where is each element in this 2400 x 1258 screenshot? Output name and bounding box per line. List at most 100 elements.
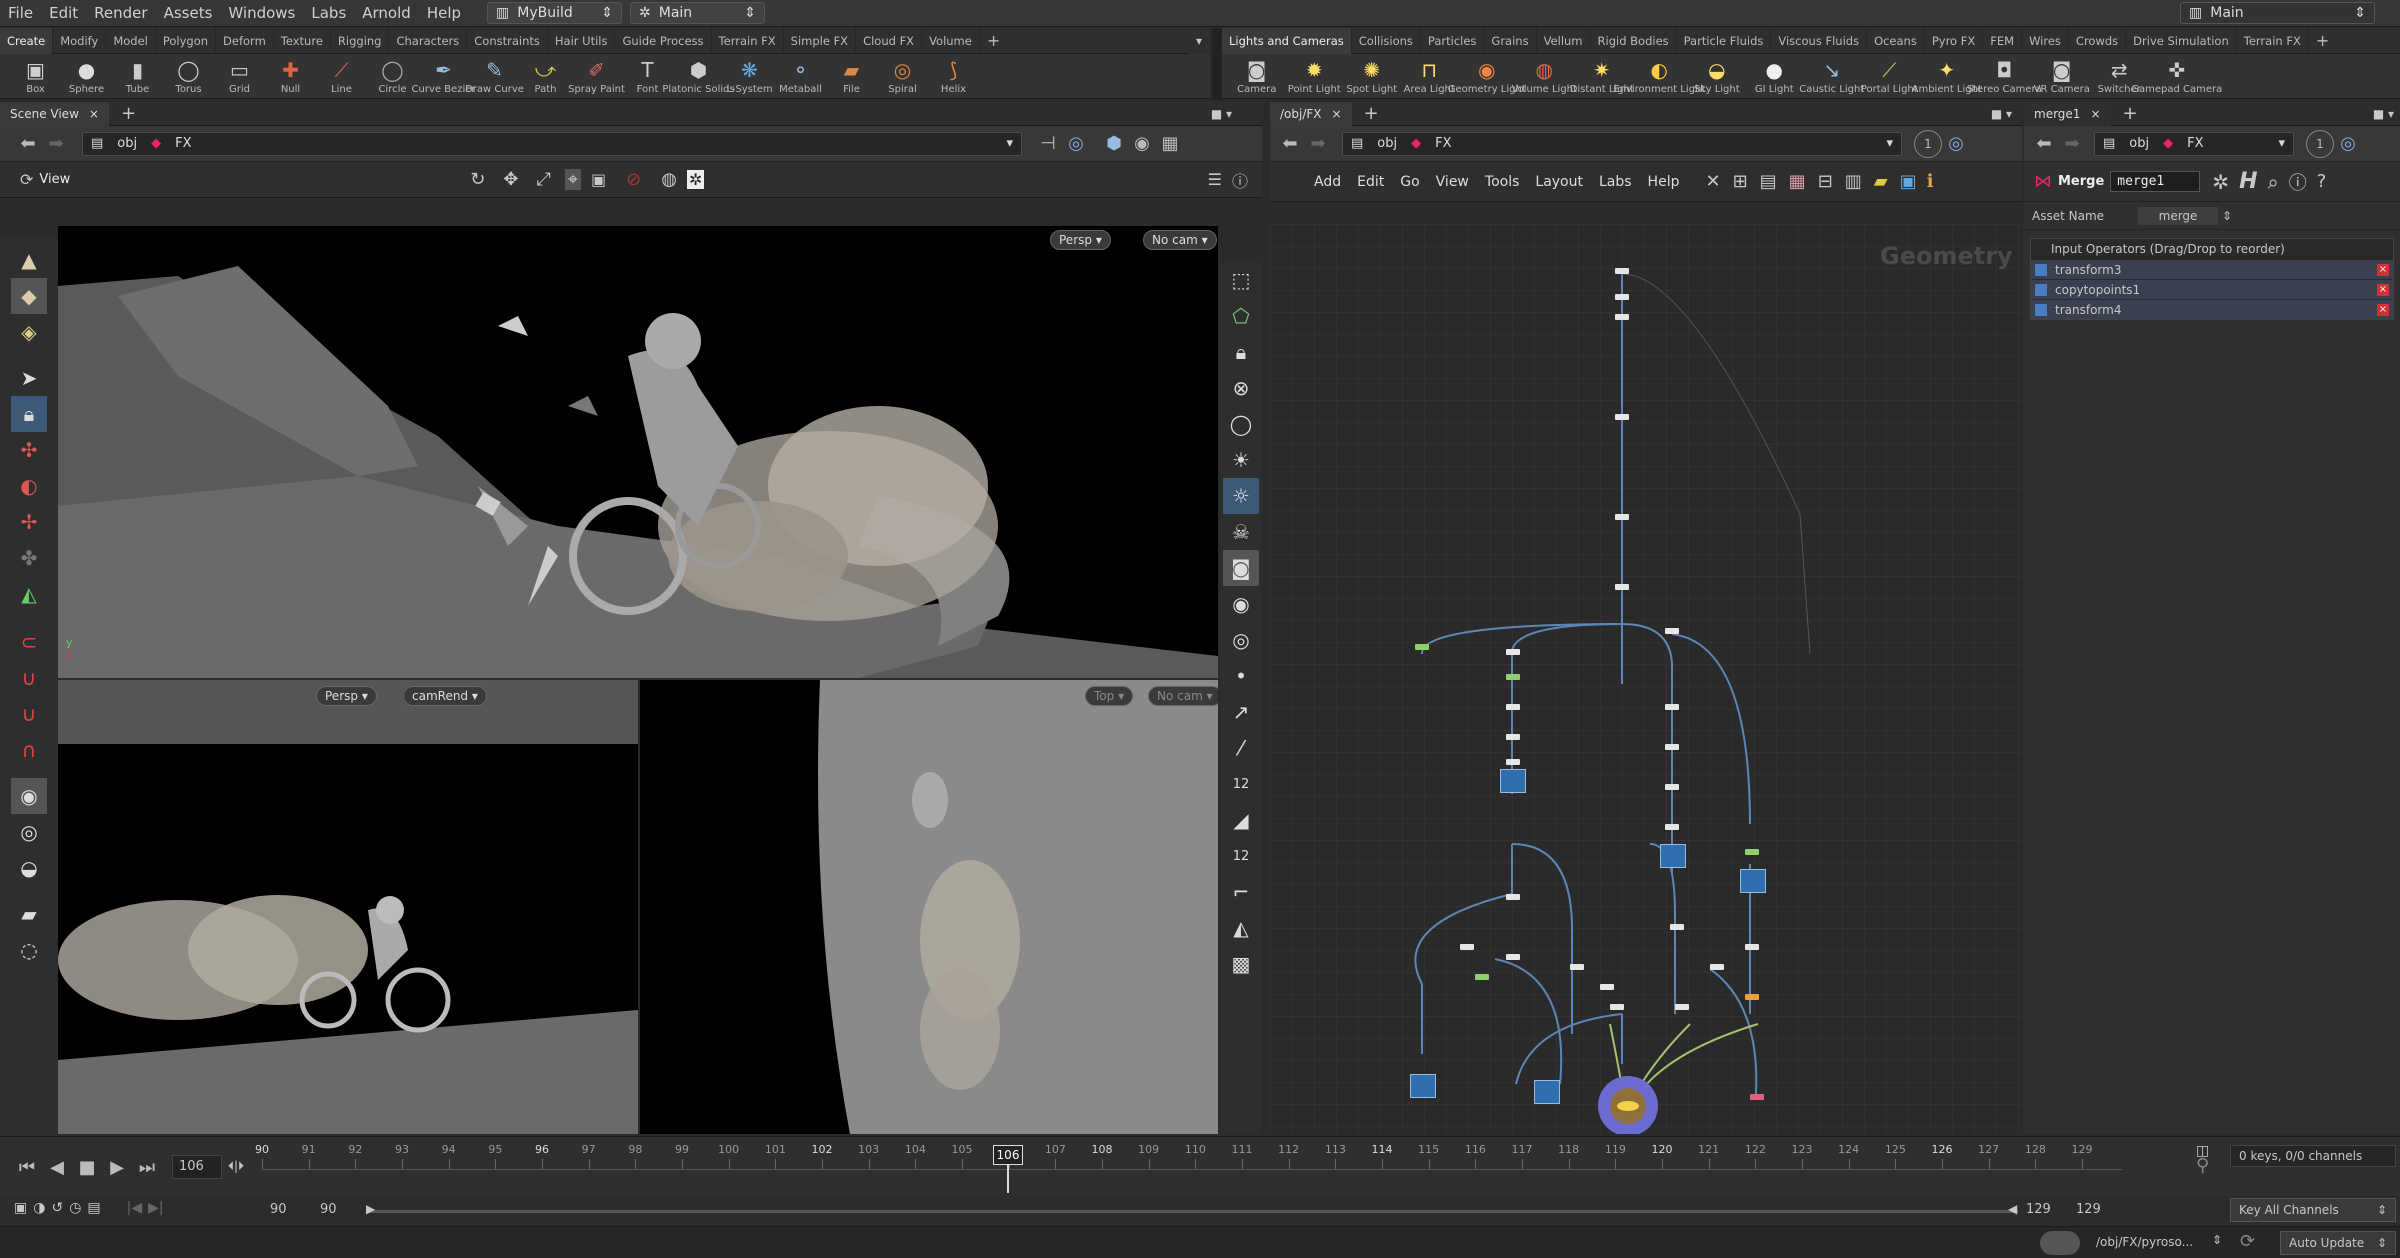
- point-display-icon[interactable]: ⬠: [1223, 298, 1259, 334]
- network-node[interactable]: [1506, 674, 1520, 680]
- go-start-icon[interactable]: ⏮: [14, 1153, 40, 1181]
- tool-volume-light[interactable]: ◍ Volume Light: [1512, 54, 1577, 95]
- tool-curve-bezier[interactable]: ✒ Curve Bezier: [412, 54, 476, 95]
- tool-helix[interactable]: ⟆ Helix: [928, 54, 979, 95]
- network-node[interactable]: [1665, 824, 1679, 830]
- shelf-tab-wires[interactable]: Wires: [2022, 27, 2069, 54]
- pin-counter[interactable]: 1: [2306, 129, 2334, 158]
- tool-camera[interactable]: ◙ Camera: [1228, 54, 1286, 95]
- help-icon[interactable]: ?: [2317, 171, 2327, 192]
- tool-spray-paint[interactable]: ✐ Spray Paint: [568, 54, 625, 95]
- node-name-field[interactable]: merge1: [2110, 171, 2201, 192]
- range-slider[interactable]: [368, 1210, 2018, 1213]
- chevron-down-icon[interactable]: ▾: [2278, 136, 2285, 151]
- tool-sphere[interactable]: ● Sphere: [61, 54, 112, 95]
- network-node[interactable]: [1745, 849, 1759, 855]
- tool-environment-light[interactable]: ◐ Environment Light: [1613, 54, 1705, 95]
- right-desktop-dropdown[interactable]: ▥ Main ⇕: [2180, 2, 2375, 24]
- tool-gamepad-camera[interactable]: ✜ Gamepad Camera: [2131, 54, 2222, 95]
- asset-name-field[interactable]: merge: [2138, 206, 2219, 225]
- updown-icon[interactable]: ⇕: [2222, 209, 2232, 223]
- network-node[interactable]: [1750, 1094, 1764, 1100]
- add-tab-icon[interactable]: +: [2123, 103, 2138, 124]
- shelf-tab-deform[interactable]: Deform: [216, 27, 274, 54]
- shelf-tab-create[interactable]: Create: [0, 27, 54, 54]
- bottom-right-viewport[interactable]: Top ▾ No cam ▾: [640, 680, 1218, 1134]
- tool-geometry-light[interactable]: ◉ Geometry Light: [1448, 54, 1526, 95]
- tool-l-system[interactable]: ❋ L-System: [724, 54, 775, 95]
- shelf-menu-icon[interactable]: ▾: [1188, 28, 1210, 54]
- back-arrow-icon[interactable]: ⬅: [2030, 130, 2058, 158]
- eye-plus-icon[interactable]: ◎: [1223, 622, 1259, 658]
- menu-help[interactable]: Help: [419, 4, 469, 22]
- stop-icon[interactable]: ■: [74, 1153, 100, 1181]
- tool-file[interactable]: ▰ File: [826, 54, 877, 95]
- skull-icon[interactable]: ☠: [1223, 514, 1259, 550]
- next-key-icon[interactable]: ▶|: [148, 1200, 163, 1216]
- layout-icon[interactable]: ▥: [1845, 171, 1862, 192]
- tool-circle[interactable]: ◯ Circle: [367, 54, 418, 95]
- key-all-dropdown[interactable]: Key All Channels ⇕: [2230, 1198, 2396, 1222]
- chevron-down-icon[interactable]: ▾: [1006, 136, 1013, 151]
- shelf-tab-volume[interactable]: Volume: [922, 27, 980, 54]
- handle-tool-icon[interactable]: ▲: [11, 242, 47, 278]
- menu-labs[interactable]: Labs: [303, 4, 354, 22]
- tool-spot-light[interactable]: ✺ Spot Light: [1343, 54, 1401, 95]
- tool-vr-camera[interactable]: ◙ VR Camera: [2033, 54, 2091, 95]
- refresh-icon[interactable]: ⟳: [2240, 1231, 2255, 1252]
- tool-gi-light[interactable]: ● GI Light: [1746, 54, 1804, 95]
- tool-grid[interactable]: ▭ Grid: [214, 54, 265, 95]
- range-left-handle[interactable]: ▶: [366, 1202, 375, 1216]
- circle-display-icon[interactable]: ◯: [1223, 406, 1259, 442]
- forward-arrow-icon[interactable]: ➡: [42, 130, 70, 158]
- menu-file[interactable]: File: [0, 4, 41, 22]
- shelf-tab-terrain-fx[interactable]: Terrain FX: [2237, 27, 2309, 54]
- display-options-icon[interactable]: ◉: [1128, 130, 1156, 158]
- network-node[interactable]: [1615, 294, 1629, 300]
- link-icon[interactable]: ◎: [2334, 130, 2362, 158]
- shelf-tab-grains[interactable]: Grains: [1484, 27, 1537, 54]
- link-icon[interactable]: ◎: [1062, 130, 1090, 158]
- network-node[interactable]: [1615, 584, 1629, 590]
- ghost-icon[interactable]: ⬚: [1223, 262, 1259, 298]
- shelf-tab-pyro-fx[interactable]: Pyro FX: [1925, 27, 1984, 54]
- pane-menu-icon[interactable]: ■ ▾: [1211, 107, 1232, 121]
- tab-params[interactable]: merge1 ×: [2024, 101, 2111, 126]
- current-frame-marker[interactable]: 106: [993, 1145, 1023, 1165]
- eye-icon[interactable]: ◉: [1223, 586, 1259, 622]
- flipbook-icon[interactable]: ◒: [11, 850, 47, 886]
- file-cache-node-icon[interactable]: [1500, 769, 1526, 793]
- shelf-tab-particle-fluids[interactable]: Particle Fluids: [1677, 27, 1772, 54]
- network-node[interactable]: [1506, 894, 1520, 900]
- back-arrow-icon[interactable]: ⬅: [1276, 130, 1304, 158]
- light-toggle-icon[interactable]: ☼: [1223, 478, 1259, 514]
- net-menu-tools[interactable]: Tools: [1477, 174, 1528, 190]
- file-cache-node-icon[interactable]: [1410, 1074, 1436, 1098]
- playback-start[interactable]: 90: [320, 1202, 337, 1217]
- update-mode-dropdown[interactable]: Auto Update ⇕: [2280, 1231, 2396, 1255]
- shelf-tab-constraints[interactable]: Constraints: [467, 27, 548, 54]
- tool-path[interactable]: ⤻ Path: [520, 54, 571, 95]
- houdini-h-icon[interactable]: H: [2239, 169, 2257, 194]
- br-view-dropdown[interactable]: Top ▾: [1085, 686, 1134, 706]
- close-icon[interactable]: ×: [89, 107, 99, 121]
- add-shelf-tab-icon[interactable]: +: [980, 28, 1007, 54]
- add-tab-icon[interactable]: +: [121, 103, 136, 124]
- tool-line[interactable]: ⟋ Line: [316, 54, 367, 95]
- forward-arrow-icon[interactable]: ➡: [2058, 130, 2086, 158]
- network-node[interactable]: [1675, 1004, 1689, 1010]
- shelf-tab-particles[interactable]: Particles: [1421, 27, 1485, 54]
- tab-network[interactable]: /obj/FX ×: [1270, 101, 1352, 126]
- bottom-left-viewport[interactable]: Persp ▾ camRend ▾: [58, 680, 638, 1134]
- shelf-tab-crowds[interactable]: Crowds: [2069, 27, 2127, 54]
- persp-dropdown[interactable]: Persp ▾: [1050, 230, 1111, 250]
- network-node[interactable]: [1665, 744, 1679, 750]
- pane-menu-icon[interactable]: ■ ▾: [2373, 107, 2394, 121]
- network-node[interactable]: [1745, 994, 1759, 1000]
- close-icon[interactable]: ×: [2090, 107, 2100, 121]
- shelf-tab-oceans[interactable]: Oceans: [1867, 27, 1925, 54]
- info-icon[interactable]: ℹ: [1927, 171, 1934, 192]
- network-node[interactable]: [1460, 944, 1474, 950]
- shelf-tab-polygon[interactable]: Polygon: [156, 27, 217, 54]
- bl-persp-dropdown[interactable]: Persp ▾: [316, 686, 377, 706]
